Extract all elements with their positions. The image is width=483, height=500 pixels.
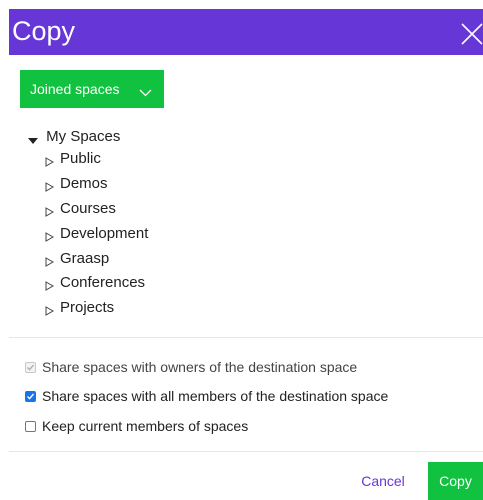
- caret-right-icon[interactable]: [45, 228, 55, 242]
- option-label: Share spaces with owners of the destinat…: [42, 359, 358, 375]
- option-label: Share spaces with all members of the des…: [42, 388, 389, 404]
- dropdown-label: Joined spaces: [30, 81, 120, 97]
- tree-item-development[interactable]: Development: [45, 224, 148, 244]
- caret-right-icon[interactable]: [45, 178, 55, 192]
- tree-item-label: Development: [60, 225, 149, 242]
- tree-item-projects[interactable]: Projects: [45, 298, 114, 318]
- tree-item-label: Graasp: [60, 250, 110, 267]
- caret-right-icon[interactable]: [45, 153, 55, 167]
- tree-item-label: Projects: [60, 299, 115, 316]
- cancel-button[interactable]: Cancel: [357, 470, 409, 492]
- chevron-down-icon: [139, 84, 152, 100]
- tree-item-label: Conferences: [60, 274, 146, 291]
- caret-right-icon[interactable]: [45, 203, 55, 217]
- tree-item-conferences[interactable]: Conferences: [45, 273, 145, 293]
- space-filter-dropdown[interactable]: Joined spaces: [20, 70, 164, 108]
- close-icon[interactable]: [459, 21, 483, 47]
- checkbox-share-owners: [25, 362, 36, 373]
- tree-item-label: Demos: [60, 175, 108, 192]
- checkbox-share-members[interactable]: [25, 391, 36, 402]
- tree-root-label: My Spaces: [46, 128, 121, 145]
- option-label: Keep current members of spaces: [42, 418, 249, 434]
- tree-item-label: Public: [60, 150, 101, 167]
- caret-right-icon[interactable]: [45, 253, 55, 267]
- tree-item-public[interactable]: Public: [45, 149, 101, 169]
- caret-right-icon[interactable]: [45, 302, 55, 316]
- tree-item-demos[interactable]: Demos: [45, 174, 108, 194]
- divider: [9, 337, 483, 338]
- tree-item-label: Courses: [60, 200, 116, 217]
- caret-down-icon[interactable]: [28, 132, 38, 145]
- divider: [9, 451, 483, 452]
- checkbox-keep-members[interactable]: [25, 421, 36, 432]
- caret-right-icon[interactable]: [45, 277, 55, 291]
- tree-root-my-spaces[interactable]: My Spaces: [28, 127, 120, 147]
- dialog-title: Copy: [12, 16, 76, 46]
- tree-item-courses[interactable]: Courses: [45, 199, 116, 219]
- tree-item-graasp[interactable]: Graasp: [45, 249, 109, 269]
- copy-button[interactable]: Copy: [428, 462, 483, 500]
- dialog-header: Copy: [9, 9, 483, 55]
